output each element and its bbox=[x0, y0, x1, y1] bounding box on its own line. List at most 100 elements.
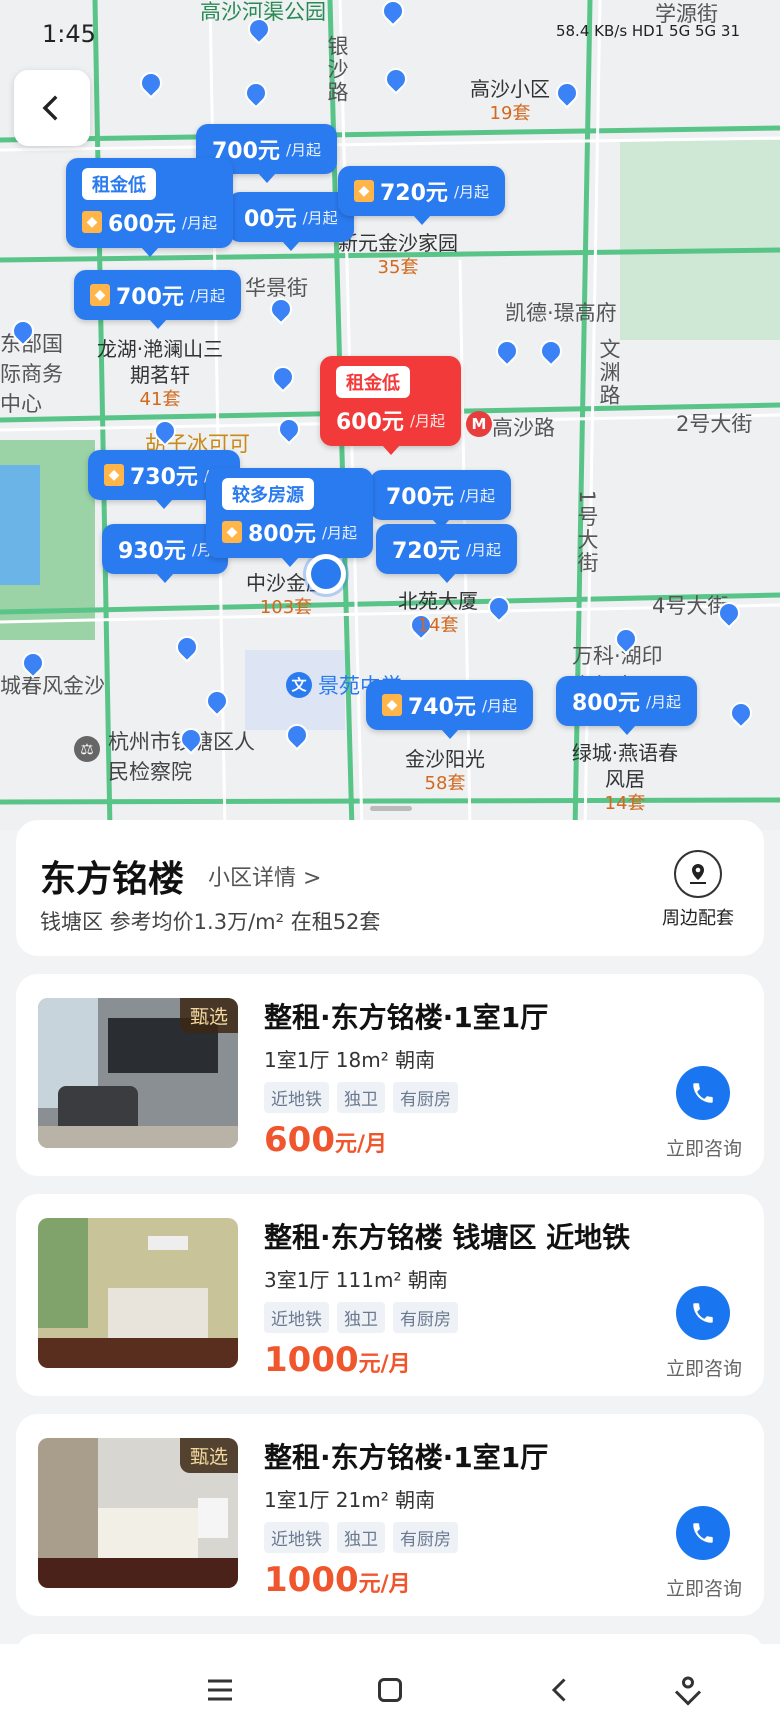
listing-photo bbox=[38, 1218, 238, 1368]
location-pin-icon[interactable] bbox=[270, 298, 292, 326]
bubble-price: 740元 bbox=[408, 695, 476, 720]
system-navigation-bar bbox=[0, 1644, 780, 1734]
location-pin-icon[interactable] bbox=[382, 0, 404, 28]
price-bubble-featured[interactable]: 租金低 600元 /月起 bbox=[320, 356, 461, 455]
community-label[interactable]: 北苑大厦 14套 bbox=[398, 588, 478, 637]
listing-specs: 1室1厅 21m² 朝南 bbox=[264, 1488, 436, 1512]
community-name: 北苑大厦 bbox=[398, 589, 478, 613]
listing-card[interactable]: 甄选 整租·东方铭楼·1室1厅 1室1厅 21m² 朝南 近地铁 独卫 有厨房 … bbox=[16, 1414, 764, 1616]
bubble-unit: /月起 bbox=[321, 523, 357, 542]
price-bubble-featured[interactable]: 租金低 ◆ 600元 /月起 bbox=[66, 158, 233, 257]
price-bubble[interactable]: 800元 /月起 bbox=[556, 676, 697, 735]
bookmark-icon: ◆ bbox=[382, 694, 402, 716]
price-bubble[interactable]: ◆ 700元 /月起 bbox=[74, 270, 241, 329]
phone-call-button[interactable] bbox=[676, 1286, 730, 1340]
chevron-left-icon bbox=[42, 95, 58, 121]
listing-card[interactable]: 整租·东方铭楼 钱塘区 近地铁 3室1厅 111m² 朝南 近地铁 独卫 有厨房… bbox=[16, 1194, 764, 1396]
price-bubble-featured[interactable]: 较多房源 ◆ 800元 /月起 bbox=[206, 468, 373, 567]
community-label[interactable]: 金沙阳光 58套 bbox=[405, 746, 485, 795]
location-pin-icon[interactable] bbox=[176, 636, 198, 664]
location-pin-icon[interactable] bbox=[12, 320, 34, 348]
bookmark-icon: ◆ bbox=[222, 521, 242, 543]
listing-title: 整租·东方铭楼·1室1厅 bbox=[264, 1441, 549, 1474]
community-detail-link[interactable]: 小区详情 > bbox=[208, 860, 321, 892]
bubble-price: 700元 bbox=[116, 285, 184, 310]
listing-tags: 近地铁 独卫 有厨房 bbox=[264, 1302, 458, 1333]
bubble-unit: /月起 bbox=[453, 182, 489, 201]
location-pin-icon[interactable] bbox=[496, 340, 518, 368]
price-bubble[interactable]: 00元 /月起 bbox=[228, 192, 354, 251]
court-icon: ⚖ bbox=[74, 736, 100, 762]
listing-photo: 甄选 bbox=[38, 998, 238, 1148]
bubble-price: 730元 bbox=[130, 465, 198, 490]
listing-card[interactable]: 甄选 整租·东方铭楼·1室1厅 1室1厅 18m² 朝南 近地铁 独卫 有厨房 … bbox=[16, 974, 764, 1176]
location-pin-icon[interactable] bbox=[540, 340, 562, 368]
location-pin-icon[interactable] bbox=[272, 366, 294, 394]
community-label[interactable]: 龙湖·滟澜山三期茗轩 41套 bbox=[90, 336, 230, 411]
location-pin-icon[interactable] bbox=[488, 596, 510, 624]
location-pin-icon[interactable] bbox=[248, 18, 270, 46]
back-triangle-icon[interactable] bbox=[542, 1672, 578, 1708]
community-name: 新元金沙家园 bbox=[338, 231, 458, 255]
consult-label[interactable]: 立即咨询 bbox=[666, 1354, 742, 1381]
bubble-price: 600元 bbox=[336, 410, 404, 435]
home-square-icon[interactable] bbox=[372, 1672, 408, 1708]
listing-title: 整租·东方铭楼·1室1厅 bbox=[264, 1001, 549, 1034]
community-label[interactable]: 高沙小区 19套 bbox=[470, 76, 550, 125]
location-pin-icon[interactable] bbox=[286, 724, 308, 752]
bubble-unit: /月起 bbox=[302, 208, 338, 227]
listing-tags: 近地铁 独卫 有厨房 bbox=[264, 1082, 458, 1113]
location-pin-icon[interactable] bbox=[730, 702, 752, 730]
bubble-unit: /月起 bbox=[285, 140, 321, 159]
community-name: 金沙阳光 bbox=[405, 747, 485, 771]
drag-handle[interactable] bbox=[370, 806, 412, 811]
listing-tag: 近地铁 bbox=[264, 1082, 329, 1113]
price-bubble[interactable]: 720元 /月起 bbox=[376, 524, 517, 583]
menu-icon[interactable] bbox=[202, 1672, 238, 1708]
status-time: 1:45 bbox=[42, 20, 96, 48]
community-label[interactable]: 新元金沙家园 35套 bbox=[338, 230, 458, 279]
listing-tag: 独卫 bbox=[337, 1522, 385, 1553]
location-pin-icon[interactable] bbox=[22, 652, 44, 680]
listing-title: 整租·东方铭楼 钱塘区 近地铁 bbox=[264, 1221, 631, 1254]
location-pin-icon[interactable] bbox=[154, 420, 176, 448]
community-summary-card: 东方铭楼 小区详情 > 钱塘区 参考均价1.3万/m² 在租52套 周边配套 bbox=[16, 820, 764, 956]
bubble-price: 700元 bbox=[386, 485, 454, 510]
bubble-unit: /月起 bbox=[481, 696, 517, 715]
location-pin-icon[interactable] bbox=[206, 690, 228, 718]
bubble-tag: 租金低 bbox=[336, 366, 410, 398]
community-count: 35套 bbox=[377, 257, 419, 278]
location-pin-icon[interactable] bbox=[615, 628, 637, 656]
location-pin-icon[interactable] bbox=[180, 728, 202, 756]
bubble-price: 00元 bbox=[244, 207, 297, 232]
bubble-unit: /月起 bbox=[409, 411, 445, 430]
community-name: 高沙小区 bbox=[470, 77, 550, 101]
listing-tags: 近地铁 独卫 有厨房 bbox=[264, 1522, 458, 1553]
map-view[interactable]: 1:45 58.4 KB/s HD1 5G 5G 31 高沙河渠公园 学源街 银… bbox=[0, 0, 780, 830]
location-pin-icon[interactable] bbox=[718, 602, 740, 630]
location-pin-icon[interactable] bbox=[556, 82, 578, 110]
phone-call-button[interactable] bbox=[676, 1506, 730, 1560]
location-pin-icon[interactable] bbox=[140, 72, 162, 100]
community-name: 龙湖·滟澜山三期茗轩 bbox=[96, 337, 224, 387]
phone-call-button[interactable] bbox=[676, 1066, 730, 1120]
price-bubble[interactable]: ◆ 720元 /月起 bbox=[338, 166, 505, 225]
community-meta: 钱塘区 参考均价1.3万/m² 在租52套 bbox=[40, 910, 381, 934]
location-pin-icon[interactable] bbox=[278, 418, 300, 446]
premium-badge: 甄选 bbox=[179, 998, 238, 1033]
location-pin-icon[interactable] bbox=[385, 68, 407, 96]
bubble-price: 720元 bbox=[380, 181, 448, 206]
nearby-facilities-button[interactable]: 周边配套 bbox=[662, 850, 734, 930]
listing-tag: 独卫 bbox=[337, 1302, 385, 1333]
bookmark-icon: ◆ bbox=[90, 284, 110, 306]
community-label[interactable]: 绿城·燕语春风居 14套 bbox=[570, 740, 680, 815]
community-count: 14套 bbox=[604, 793, 646, 814]
consult-label[interactable]: 立即咨询 bbox=[666, 1574, 742, 1601]
back-button[interactable] bbox=[14, 70, 90, 146]
price-bubble[interactable]: 700元 /月起 bbox=[370, 470, 511, 529]
location-pin-icon[interactable] bbox=[245, 82, 267, 110]
consult-label[interactable]: 立即咨询 bbox=[666, 1134, 742, 1161]
listing-price: 1000元/月 bbox=[264, 1340, 411, 1380]
price-bubble[interactable]: ◆ 740元 /月起 bbox=[366, 680, 533, 739]
assistant-icon[interactable] bbox=[670, 1672, 706, 1708]
